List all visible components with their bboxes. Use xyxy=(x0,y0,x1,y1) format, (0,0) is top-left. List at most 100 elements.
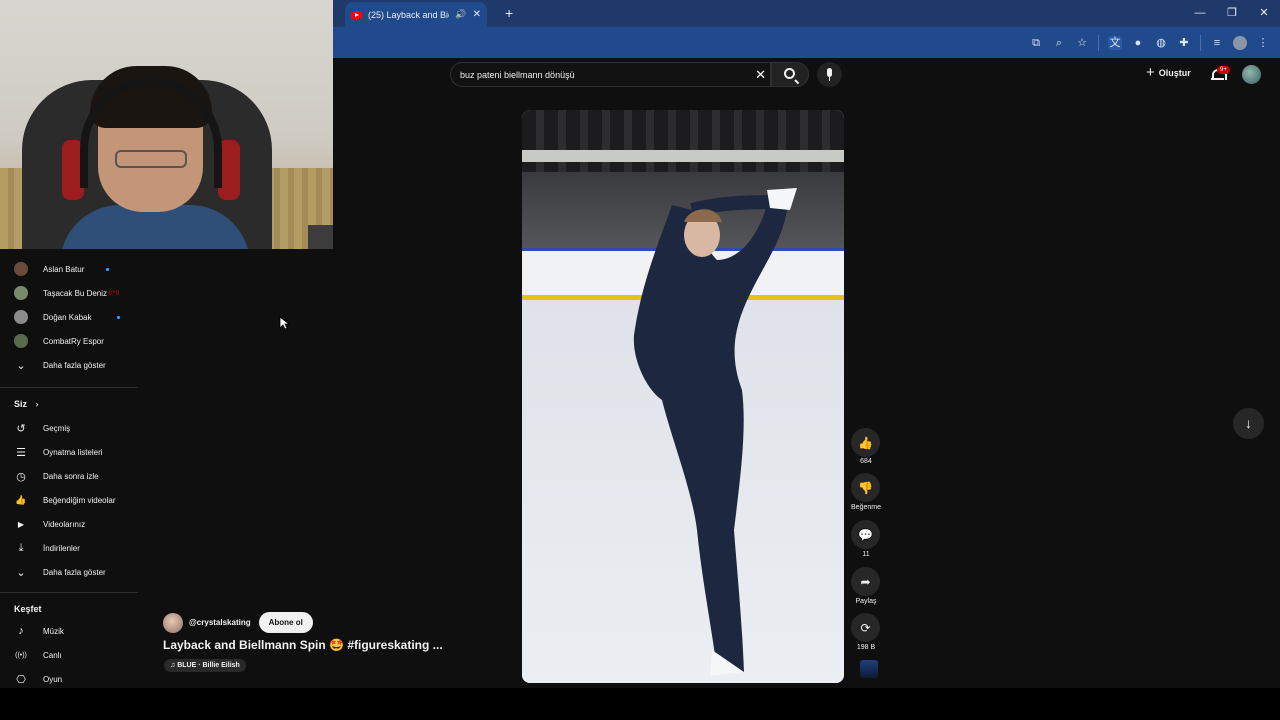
account-avatar[interactable] xyxy=(1242,65,1261,84)
tab-close-icon[interactable]: ✕ xyxy=(473,9,481,20)
sidebar-item-downloads[interactable]: ⤓ İndirilenler xyxy=(14,538,80,558)
sidebar-item-label: İndirilenler xyxy=(43,543,80,553)
search-box[interactable]: buz pateni biellmann dönüşü ✕ xyxy=(450,62,771,87)
sidebar-item-label: Müzik xyxy=(43,626,64,636)
music-chip[interactable]: ♫ BLUE · Billie Eilish xyxy=(164,659,246,672)
next-short-button[interactable]: ↓ xyxy=(1233,408,1264,439)
channel-info: @crystalskating Abone ol xyxy=(163,612,313,633)
media-control-icon[interactable]: ≡ xyxy=(1210,36,1224,50)
translate-extension-icon[interactable]: 文 xyxy=(1108,35,1122,50)
channel-avatar xyxy=(14,310,28,324)
speaker-icon[interactable]: 🔊 xyxy=(455,9,466,20)
close-window-button[interactable]: ✕ xyxy=(1248,0,1280,27)
extensions-puzzle-icon[interactable]: ✚ xyxy=(1177,36,1191,50)
sidebar-item-label: Videolarınız xyxy=(43,519,86,529)
sidebar-item-liked-videos[interactable]: 👍 Beğendiğim videolar xyxy=(14,490,116,510)
channel-avatar xyxy=(14,334,28,348)
remix-button[interactable]: ⟳ xyxy=(851,613,880,642)
liked-icon: 👍 xyxy=(15,494,27,505)
dislike-label: Beğenme xyxy=(851,504,881,511)
chevron-down-icon: ⌄ xyxy=(16,359,26,372)
tab-title: (25) Layback and Biellmann xyxy=(368,9,449,20)
sound-thumbnail[interactable] xyxy=(860,660,878,678)
channel-avatar[interactable] xyxy=(163,612,183,633)
show-more-button[interactable]: ⌄ Daha fazla göster xyxy=(14,355,105,375)
browser-titlebar: (25) Layback and Biellmann 🔊 ✕ + — ❐ ✕ xyxy=(333,0,1280,27)
sidebar-item-subscription[interactable]: CombatRy Espor xyxy=(14,331,104,351)
you-section-title[interactable]: Siz › xyxy=(14,399,39,409)
shorts-video-player[interactable] xyxy=(522,110,844,683)
sidebar-item-your-videos[interactable]: ▶ Videolarınız xyxy=(14,514,85,534)
live-indicator-icon: ((•)) xyxy=(109,290,120,296)
new-content-dot xyxy=(117,315,121,319)
sidebar-item-playlists[interactable]: ☰ Oynatma listeleri xyxy=(14,442,103,462)
create-button[interactable]: + Oluştur xyxy=(1146,65,1191,80)
clear-search-icon[interactable]: ✕ xyxy=(755,67,766,83)
sidebar-item-label: Geçmiş xyxy=(43,423,71,433)
remix-count: 198 B xyxy=(856,644,876,651)
watch-later-icon: ◷ xyxy=(16,470,26,483)
webcam-overlay xyxy=(0,0,333,249)
channel-avatar xyxy=(14,262,28,276)
new-content-dot xyxy=(106,267,110,271)
sidebar-divider xyxy=(0,387,138,388)
restore-button[interactable]: ❐ xyxy=(1216,0,1248,27)
history-icon: ↺ xyxy=(16,422,26,435)
search-button[interactable] xyxy=(771,62,809,87)
browser-tab[interactable]: (25) Layback and Biellmann 🔊 ✕ xyxy=(345,2,487,27)
sidebar: Aslan Batur Taşacak Bu Deniz ((•)) Doğan… xyxy=(0,249,138,689)
new-tab-button[interactable]: + xyxy=(505,5,513,21)
sidebar-item-label: Oyun xyxy=(43,674,63,684)
bottom-bar xyxy=(0,688,1280,720)
chevron-right-icon: › xyxy=(35,399,39,409)
sidebar-item-label: Daha sonra izle xyxy=(43,471,99,481)
sidebar-item-subscription[interactable]: Taşacak Bu Deniz ((•)) xyxy=(14,283,119,303)
search-input[interactable]: buz pateni biellmann dönüşü xyxy=(460,70,575,80)
sidebar-item-subscription[interactable]: Aslan Batur xyxy=(14,259,110,279)
sidebar-item-gaming[interactable]: ⎔ Oyun xyxy=(14,669,62,689)
show-more-label: Daha fazla göster xyxy=(43,567,106,577)
share-label: Paylaş xyxy=(855,598,877,605)
extension-shield-icon[interactable]: ● xyxy=(1131,36,1145,50)
sidebar-item-label: Doğan Kabak xyxy=(43,312,92,322)
webcam-glasses xyxy=(115,150,187,168)
voice-search-icon[interactable] xyxy=(817,62,842,87)
show-more-button[interactable]: ⌄ Daha fazla göster xyxy=(14,562,106,582)
live-icon: ((•)) xyxy=(15,651,27,659)
playlists-icon: ☰ xyxy=(16,446,26,459)
comment-count: 11 xyxy=(862,551,870,558)
sidebar-item-history[interactable]: ↺ Geçmiş xyxy=(14,418,70,438)
video-title[interactable]: Layback and Biellmann Spin 🤩 #figureskat… xyxy=(163,638,443,652)
your-videos-icon: ▶ xyxy=(17,519,25,529)
like-button[interactable]: 👍 xyxy=(851,428,880,457)
channel-avatar xyxy=(14,286,28,300)
share-button[interactable]: ➦ xyxy=(851,567,880,596)
bookmark-star-icon[interactable]: ☆ xyxy=(1075,36,1089,50)
sidebar-item-live[interactable]: ((•)) Canlı xyxy=(14,645,62,665)
dislike-button[interactable]: 👎 xyxy=(851,473,880,502)
sidebar-item-subscription[interactable]: Doğan Kabak xyxy=(14,307,121,327)
window-controls: — ❐ ✕ xyxy=(1184,0,1280,27)
profile-avatar[interactable] xyxy=(1233,35,1247,50)
chevron-down-icon: ⌄ xyxy=(16,566,26,579)
minimize-button[interactable]: — xyxy=(1184,0,1216,27)
install-app-icon[interactable]: ⧉ xyxy=(1029,36,1043,50)
sidebar-item-watch-later[interactable]: ◷ Daha sonra izle xyxy=(14,466,99,486)
screen: (25) Layback and Biellmann 🔊 ✕ + — ❐ ✕ ⧉… xyxy=(0,0,1280,720)
webcam-background-panel xyxy=(308,225,333,249)
toolbar-divider xyxy=(1200,34,1201,51)
subscribe-button[interactable]: Abone ol xyxy=(258,612,313,633)
extension-drop-icon[interactable]: ◍ xyxy=(1154,36,1168,50)
sidebar-item-music[interactable]: ♪ Müzik xyxy=(14,621,64,641)
channel-handle[interactable]: @crystalskating xyxy=(189,618,251,627)
youtube-favicon-icon xyxy=(351,10,362,19)
sidebar-item-label: Aslan Batur xyxy=(43,264,85,274)
download-icon: ⤓ xyxy=(18,541,24,554)
mouse-cursor-icon xyxy=(279,316,289,330)
toolbar-divider xyxy=(1098,34,1099,51)
explore-section-title: Keşfet xyxy=(14,604,42,614)
zoom-icon[interactable]: ⌕ xyxy=(1052,36,1066,50)
browser-menu-icon[interactable]: ⋮ xyxy=(1256,36,1270,50)
sidebar-item-label: Beğendiğim videolar xyxy=(43,495,116,505)
comments-button[interactable]: 💬 xyxy=(851,520,880,549)
